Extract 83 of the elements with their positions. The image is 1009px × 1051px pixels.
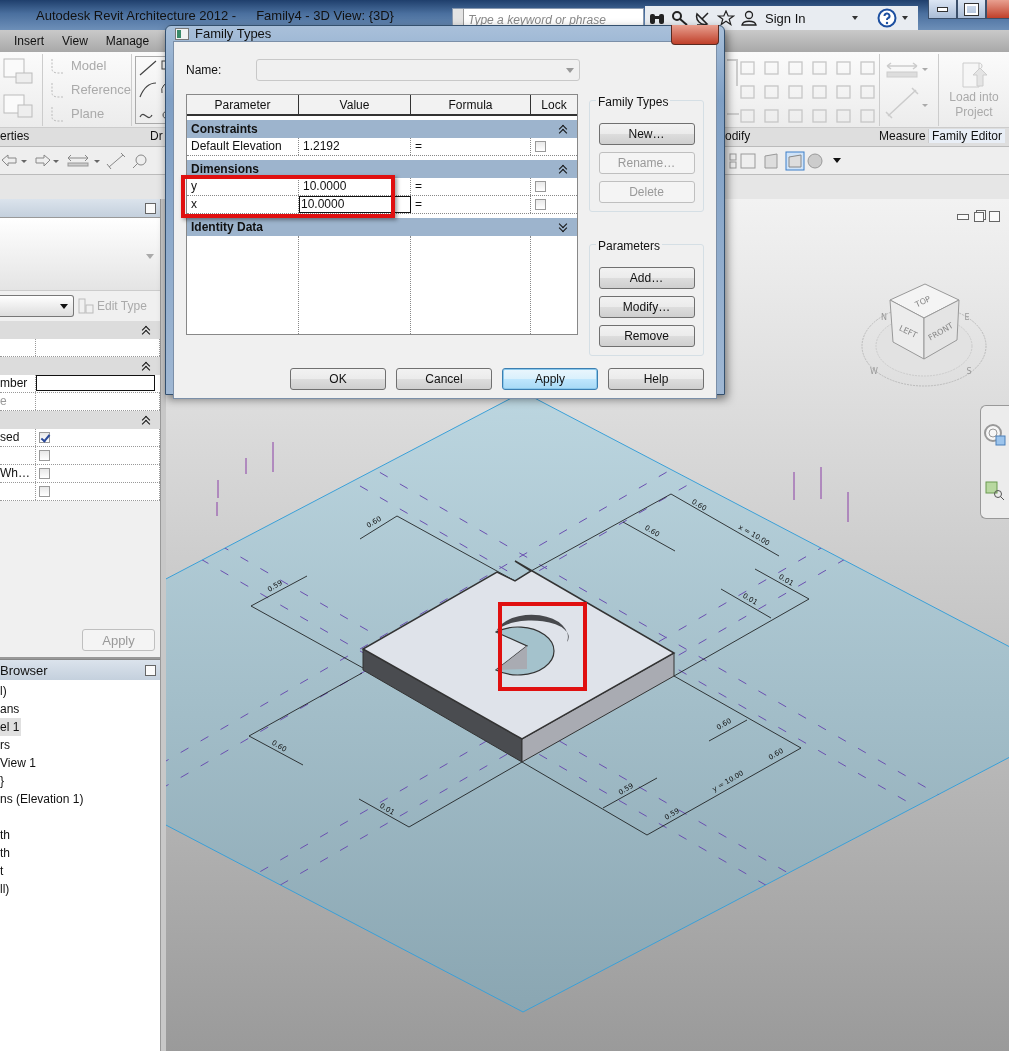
load-arrow-icon [959,59,989,90]
maximize-button[interactable] [957,0,986,19]
tree-item[interactable]: ll) [0,880,12,898]
dialog-button[interactable]: OK [290,368,386,390]
column-header[interactable]: Formula [411,95,531,114]
tree-item[interactable]: rs [0,736,12,754]
zoom-region-icon[interactable] [985,481,1005,501]
ribbon-tab[interactable]: Manage [105,34,150,48]
lock-checkbox[interactable] [535,199,546,210]
formula-cell[interactable]: = [411,138,531,155]
checkbox[interactable] [39,432,50,443]
star-icon[interactable] [717,10,735,26]
group-row[interactable]: Dimensions [187,160,577,178]
ribbon-tab[interactable]: View [62,34,88,48]
formula-cell[interactable]: = [411,178,531,195]
panel-label: erties [0,129,30,143]
checkbox[interactable] [39,468,50,479]
column-header[interactable]: Parameter [187,95,299,114]
value-cell[interactable]: 10.0000 [303,179,347,193]
satellite-icon[interactable] [694,10,712,26]
redo-icon[interactable] [32,152,62,169]
document-title: Family4 - 3D View: {3D} [256,7,394,23]
tree-item[interactable]: View 1 [0,754,38,772]
tree-item[interactable]: t [0,862,6,880]
dialog-button[interactable]: Remove [598,325,695,347]
lock-checkbox[interactable] [535,181,546,192]
formula-cell[interactable]: = [411,196,531,213]
steering-wheel-icon[interactable] [983,423,1007,447]
panel-label: Measure [879,129,926,143]
panel-label: odify [725,129,751,143]
group-title: Family Types [596,95,671,109]
checkbox[interactable] [39,450,50,461]
value-field[interactable] [36,375,155,391]
dialog-title: Family Types [195,26,272,41]
group-title: Parameters [596,239,663,253]
minimize-icon[interactable] [957,213,969,220]
dialog-button[interactable]: New… [598,123,695,145]
dimension-icon[interactable] [106,151,128,170]
close-icon[interactable] [145,202,156,214]
dialog-button[interactable]: Help [608,368,704,390]
value-field[interactable]: 10.0000 [299,196,411,213]
property-label: Wh… [0,465,36,482]
lock-checkbox[interactable] [535,141,546,152]
group-row[interactable]: Constraints [187,120,577,138]
checkbox[interactable] [39,486,50,497]
panel-label: Family Editor [928,129,1005,143]
close-button[interactable] [671,25,719,45]
close-icon[interactable] [145,664,156,676]
tree-item[interactable]: el 1 [0,718,22,736]
tree-item[interactable]: th [0,826,12,844]
minimize-button[interactable] [928,0,957,19]
window-title: Autodesk Revit Architecture 2012 - [36,7,237,23]
dialog-button[interactable]: Cancel [396,368,492,390]
table-cell: x [187,196,299,213]
dialog-button[interactable]: Apply [502,368,598,390]
close-button[interactable] [986,0,1009,19]
value-cell[interactable]: 1.2192 [303,139,340,153]
restore-icon[interactable] [974,211,984,222]
tree-item[interactable]: } [0,772,6,790]
type-properties-icon [77,297,95,315]
column-header[interactable]: Value [299,95,411,114]
user-icon[interactable] [740,10,758,26]
tree-item[interactable]: ans [0,700,22,718]
name-label: Name: [186,63,223,77]
dialog-button[interactable]: Modify… [598,296,695,318]
caret-icon[interactable] [852,16,858,20]
tree-item[interactable]: th [0,844,12,862]
panel-label: Dr [150,129,163,143]
ribbon-tab[interactable]: Insert [14,34,44,48]
tree-item[interactable]: l) [0,682,9,700]
dialog-button[interactable]: Add… [598,267,695,289]
help-icon[interactable] [877,8,897,28]
property-label: sed [0,429,36,446]
palette-title: Browser [0,662,48,678]
table-cell: Default Elevation [187,138,299,155]
property-label: e [0,393,36,410]
undo-icon[interactable] [0,152,30,169]
instance-dropdown[interactable] [0,295,74,317]
close-icon[interactable] [989,211,1000,222]
caret-icon[interactable] [902,16,908,20]
group-row[interactable]: Identity Data [187,218,577,236]
tree-item[interactable]: ns (Elevation 1) [0,790,86,808]
column-header[interactable]: Lock [531,95,577,114]
